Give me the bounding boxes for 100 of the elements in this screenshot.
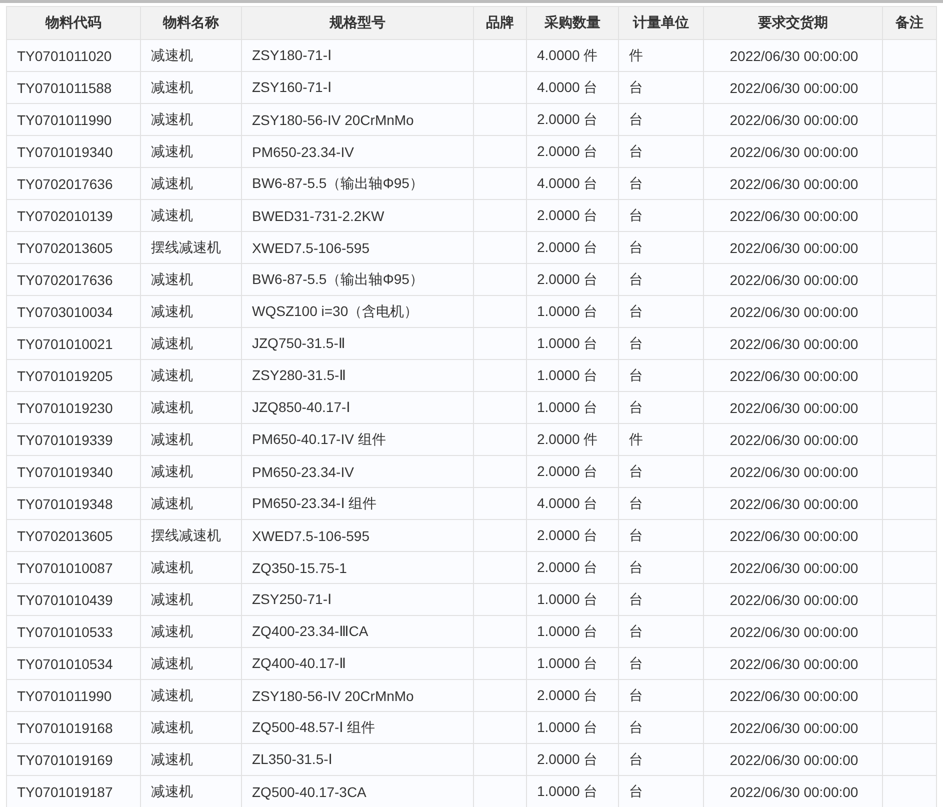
table-cell: TY0702017636	[6, 264, 140, 296]
table-cell: ZSY250-71-Ⅰ	[242, 584, 474, 616]
table-cell: 2022/06/30 00:00:00	[704, 136, 882, 168]
table-cell: 减速机	[140, 104, 242, 136]
table-cell: TY0701010087	[6, 552, 140, 584]
table-cell: 2022/06/30 00:00:00	[704, 680, 882, 712]
table-cell: TY0703010034	[6, 296, 140, 328]
table-cell: 台	[618, 104, 704, 136]
table-cell: PM650-23.34-Ⅰ 组件	[242, 488, 474, 520]
table-cell: 4.0000 台	[526, 168, 618, 200]
table-cell: 减速机	[140, 328, 242, 360]
table-cell: 2022/06/30 00:00:00	[704, 200, 882, 232]
column-header: 物料代码	[6, 6, 140, 40]
table-cell: 减速机	[140, 616, 242, 648]
table-cell: 台	[618, 712, 704, 744]
table-cell: 2.0000 台	[526, 552, 618, 584]
table-cell: BW6-87-5.5（输出轴Φ95）	[242, 264, 474, 296]
table-cell: 台	[618, 776, 704, 807]
column-header: 备注	[882, 6, 936, 40]
table-cell: 减速机	[140, 680, 242, 712]
table-cell: TY0702013605	[6, 232, 140, 264]
table-cell: 减速机	[140, 712, 242, 744]
table-cell: TY0702010139	[6, 200, 140, 232]
table-cell: 减速机	[140, 40, 242, 72]
table-cell: 台	[618, 264, 704, 296]
table-cell: 4.0000 件	[526, 40, 618, 72]
table-cell: 减速机	[140, 744, 242, 776]
table-cell: 2.0000 台	[526, 520, 618, 552]
table-cell: 台	[618, 232, 704, 264]
table-cell: 2022/06/30 00:00:00	[704, 520, 882, 552]
table-cell: 台	[618, 328, 704, 360]
table-cell: ZSY280-31.5-Ⅱ	[242, 360, 474, 392]
table-cell: WQSZ100 i=30（含电机）	[242, 296, 474, 328]
table-cell: TY0701010533	[6, 616, 140, 648]
table-cell: 2.0000 台	[526, 264, 618, 296]
table-cell: 减速机	[140, 456, 242, 488]
table-cell: 2022/06/30 00:00:00	[704, 232, 882, 264]
table-cell: 台	[618, 488, 704, 520]
table-cell: 减速机	[140, 136, 242, 168]
table-cell: TY0701019205	[6, 360, 140, 392]
table-cell: 减速机	[140, 264, 242, 296]
table-cell: 2022/06/30 00:00:00	[704, 40, 882, 72]
table-cell: 摆线减速机	[140, 232, 242, 264]
table-cell: PM650-23.34-IV	[242, 136, 474, 168]
table-cell: TY0701019187	[6, 776, 140, 807]
table-cell: 减速机	[140, 424, 242, 456]
table-cell: 减速机	[140, 168, 242, 200]
table-cell: 4.0000 台	[526, 72, 618, 104]
table-cell: 2022/06/30 00:00:00	[704, 648, 882, 680]
table-cell: TY0701019230	[6, 392, 140, 424]
table-cell: TY0701019340	[6, 456, 140, 488]
table-cell: ZSY180-56-IV 20CrMnMo	[242, 680, 474, 712]
table-cell: 2.0000 台	[526, 200, 618, 232]
table-cell: 减速机	[140, 200, 242, 232]
table-cell: TY0701011020	[6, 40, 140, 72]
table-cell: ZQ500-40.17-3CA	[242, 776, 474, 807]
table-cell: 2.0000 台	[526, 232, 618, 264]
table-cell: 台	[618, 680, 704, 712]
column-header: 物料名称	[140, 6, 242, 40]
table-cell: XWED7.5-106-595	[242, 232, 474, 264]
table-cell: 1.0000 台	[526, 776, 618, 807]
table-cell: 2022/06/30 00:00:00	[704, 168, 882, 200]
column-header: 采购数量	[526, 6, 618, 40]
table-cell: BWED31-731-2.2KW	[242, 200, 474, 232]
table-cell: XWED7.5-106-595	[242, 520, 474, 552]
table-cell: 2022/06/30 00:00:00	[704, 552, 882, 584]
table-cell: 减速机	[140, 296, 242, 328]
table-cell: JZQ750-31.5-Ⅱ	[242, 328, 474, 360]
table-cell: 2022/06/30 00:00:00	[704, 104, 882, 136]
table-cell: TY0701019169	[6, 744, 140, 776]
table-cell: 2022/06/30 00:00:00	[704, 456, 882, 488]
table-cell: 台	[618, 360, 704, 392]
table-cell: 台	[618, 552, 704, 584]
table-cell: TY0702013605	[6, 520, 140, 552]
table-cell: 2022/06/30 00:00:00	[704, 296, 882, 328]
table-cell: 件	[618, 424, 704, 456]
table-cell: 减速机	[140, 488, 242, 520]
table-cell: 件	[618, 40, 704, 72]
column-header: 要求交货期	[704, 6, 882, 40]
table-cell: 台	[618, 520, 704, 552]
table-cell: 2022/06/30 00:00:00	[704, 712, 882, 744]
table-cell: TY0701010439	[6, 584, 140, 616]
table-cell: JZQ850-40.17-Ⅰ	[242, 392, 474, 424]
table-cell: 减速机	[140, 72, 242, 104]
table-cell: 1.0000 台	[526, 616, 618, 648]
table-cell: TY0701010534	[6, 648, 140, 680]
table-cell: TY0701019339	[6, 424, 140, 456]
table-cell: 2022/06/30 00:00:00	[704, 392, 882, 424]
table-cell: TY0702017636	[6, 168, 140, 200]
table-cell: 减速机	[140, 584, 242, 616]
table-cell: 台	[618, 200, 704, 232]
table-cell: 台	[618, 136, 704, 168]
table-cell: 减速机	[140, 360, 242, 392]
table-cell: 减速机	[140, 552, 242, 584]
table-cell: PM650-23.34-IV	[242, 456, 474, 488]
column-header: 品牌	[474, 6, 526, 40]
table-cell: 台	[618, 456, 704, 488]
column-header: 规格型号	[242, 6, 474, 40]
table-cell: 台	[618, 392, 704, 424]
table-cell: 台	[618, 744, 704, 776]
